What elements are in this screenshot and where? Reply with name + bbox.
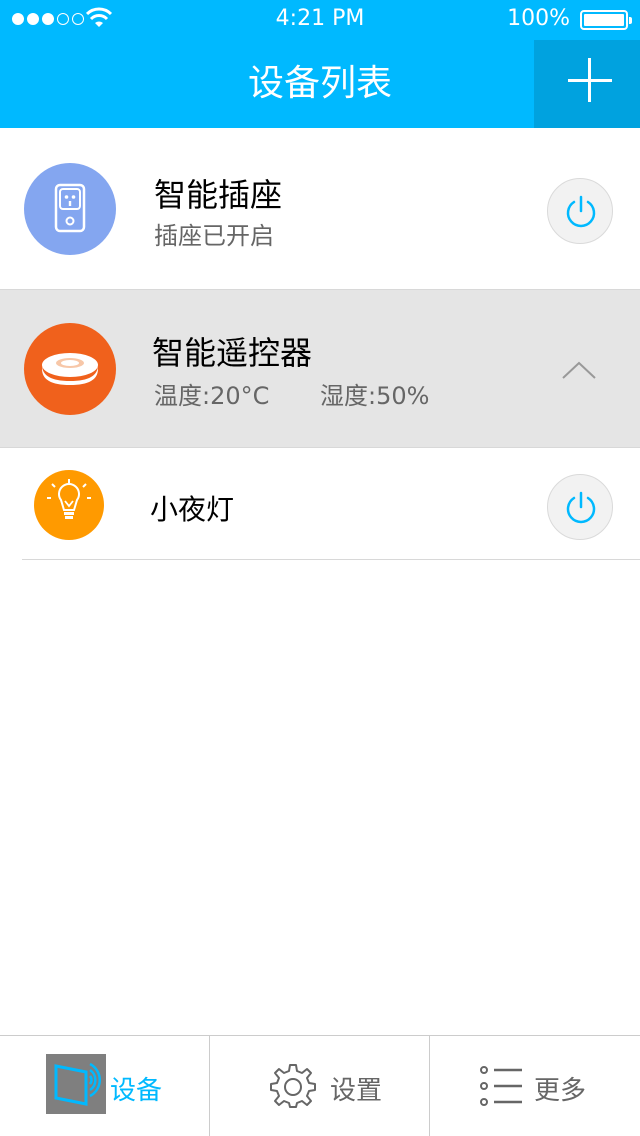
devices-icon	[46, 1054, 106, 1114]
add-device-button[interactable]	[534, 40, 640, 128]
battery-percentage: 100%	[507, 6, 570, 31]
remote-hub-icon	[24, 323, 116, 415]
light-bulb-icon	[34, 470, 104, 540]
status-bar: 4:21 PM 100%	[0, 0, 640, 40]
tab-label: 更多	[534, 1076, 587, 1106]
battery-icon	[580, 10, 632, 30]
humidity-reading: 湿度:50%	[320, 382, 430, 410]
chevron-up-icon[interactable]	[562, 360, 596, 380]
device-name: 小夜灯	[150, 493, 235, 526]
tab-devices[interactable]: 设备	[0, 1036, 210, 1136]
power-button[interactable]	[547, 178, 613, 244]
tab-label: 设置	[330, 1076, 383, 1106]
device-status: 插座已开启	[154, 222, 274, 250]
tab-more[interactable]: 更多	[430, 1036, 640, 1136]
tab-label: 设备	[110, 1076, 163, 1106]
gear-icon	[270, 1062, 316, 1112]
tab-bar: 设备 设置 更多	[0, 1035, 640, 1136]
power-icon	[566, 195, 596, 228]
list-icon	[480, 1066, 524, 1110]
device-row-night-light[interactable]: 小夜灯	[0, 448, 640, 560]
power-socket-icon	[24, 163, 116, 255]
device-name: 智能插座	[154, 176, 283, 214]
power-button[interactable]	[547, 474, 613, 540]
device-name: 智能遥控器	[152, 334, 313, 372]
device-row-smart-plug[interactable]: 智能插座 插座已开启	[0, 128, 640, 290]
divider	[22, 559, 640, 560]
power-icon	[566, 491, 596, 524]
tab-settings[interactable]: 设置	[210, 1036, 430, 1136]
battery-level	[584, 14, 624, 26]
navigation-bar: 设备列表	[0, 40, 640, 128]
device-row-smart-remote[interactable]: 智能遥控器 温度:20°C 湿度:50%	[0, 290, 640, 448]
temperature-reading: 温度:20°C	[154, 382, 270, 410]
